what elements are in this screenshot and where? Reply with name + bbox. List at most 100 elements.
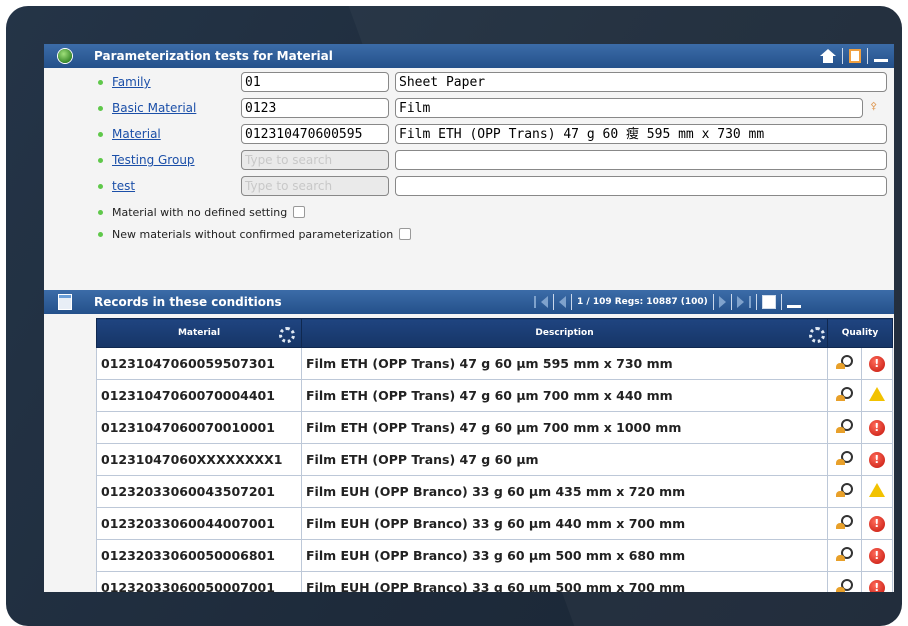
first-page-icon[interactable] xyxy=(541,296,548,308)
testing-group-description-field[interactable] xyxy=(395,150,887,170)
toolbar-separator xyxy=(867,48,868,64)
minimize-icon[interactable] xyxy=(786,304,801,308)
family-code-input[interactable]: 01 xyxy=(241,72,389,92)
previous-page-icon[interactable] xyxy=(559,296,566,308)
minimize-icon[interactable] xyxy=(874,58,888,62)
status-cell: ! xyxy=(860,571,894,592)
basic-material-code-input[interactable]: 0123 xyxy=(241,98,389,118)
app-screen: Parameterization tests for Material Fami… xyxy=(44,44,894,592)
new-materials-row: New materials without confirmed paramete… xyxy=(86,223,412,245)
error-icon: ! xyxy=(868,420,885,436)
testing-group-row: Testing Group Type to search xyxy=(86,149,894,171)
error-icon: ! xyxy=(868,548,885,564)
column-settings-icon[interactable] xyxy=(279,327,295,343)
last-page-bar xyxy=(748,296,751,308)
pager-separator xyxy=(712,294,714,310)
table-row[interactable]: 01232033060043507201 Film EUH (OPP Branco… xyxy=(96,475,894,508)
quality-inspector-icon[interactable] xyxy=(835,353,854,371)
quality-inspector-icon[interactable] xyxy=(835,449,854,467)
material-cell[interactable]: 01231047060059507301 xyxy=(96,347,302,380)
material-cell[interactable]: 01232033060043507201 xyxy=(96,475,302,508)
quality-column-label: Quality xyxy=(841,328,879,338)
material-link[interactable]: Material xyxy=(112,127,230,141)
material-cell[interactable]: 01231047060XXXXXXXX1 xyxy=(96,443,302,476)
family-row: Family 01 Sheet Paper xyxy=(86,71,894,93)
key-icon[interactable]: ⚴ xyxy=(870,101,880,112)
quality-cell[interactable] xyxy=(827,411,862,444)
export-icon[interactable] xyxy=(761,295,776,309)
material-cell[interactable]: 01232033060044007001 xyxy=(96,507,302,540)
description-cell[interactable]: Film ETH (OPP Trans) 47 g 60 μm 595 mm x… xyxy=(301,347,828,380)
test-link[interactable]: test xyxy=(112,179,230,193)
quality-cell[interactable] xyxy=(827,475,862,508)
new-materials-label: New materials without confirmed paramete… xyxy=(112,227,394,241)
material-column-label: Material xyxy=(177,328,221,338)
quality-cell[interactable] xyxy=(827,571,862,592)
description-cell[interactable]: Film EUH (OPP Branco) 33 g 60 μm 435 mm … xyxy=(301,475,828,508)
description-cell[interactable]: Film EUH (OPP Branco) 33 g 60 μm 500 mm … xyxy=(301,539,828,572)
test-description-field[interactable] xyxy=(395,176,887,196)
quality-cell[interactable] xyxy=(827,347,862,380)
next-page-icon[interactable] xyxy=(718,296,726,308)
material-description-field[interactable]: Film ETH (OPP Trans) 47 g 60 瘦 595 mm x … xyxy=(395,124,887,144)
description-cell[interactable]: Film ETH (OPP Trans) 47 g 60 μm 700 mm x… xyxy=(301,411,828,444)
material-cell[interactable]: 01232033060050007001 xyxy=(96,571,302,592)
table-row[interactable]: 01231047060070010001 Film ETH (OPP Trans)… xyxy=(96,411,894,444)
column-settings-icon[interactable] xyxy=(809,327,825,343)
material-cell[interactable]: 01232033060050006801 xyxy=(96,539,302,572)
quality-inspector-icon[interactable] xyxy=(835,481,854,499)
basic-material-link[interactable]: Basic Material xyxy=(112,101,230,115)
description-cell[interactable]: Film EUH (OPP Branco) 33 g 60 μm 500 mm … xyxy=(301,571,828,592)
testing-group-link[interactable]: Testing Group xyxy=(112,153,230,167)
table-row[interactable]: 01232033060044007001 Film EUH (OPP Branco… xyxy=(96,507,894,540)
new-materials-checkbox[interactable] xyxy=(399,228,412,240)
warning-icon xyxy=(868,483,885,497)
first-page-bar xyxy=(534,296,536,308)
material-cell[interactable]: 01231047060070010001 xyxy=(96,411,302,444)
table-row[interactable]: 01231047060070004401 Film ETH (OPP Trans)… xyxy=(96,379,894,412)
table-row[interactable]: 01232033060050007001 Film EUH (OPP Branco… xyxy=(96,571,894,592)
pager-separator xyxy=(553,294,554,310)
material-column-header[interactable]: Material xyxy=(96,318,302,348)
table-row[interactable]: 01231047060XXXXXXXX1 Film ETH (OPP Trans)… xyxy=(96,443,894,476)
description-cell[interactable]: Film ETH (OPP Trans) 47 g 60 μm 700 mm x… xyxy=(301,379,828,412)
description-column-header[interactable]: Description xyxy=(301,318,828,348)
quality-cell[interactable] xyxy=(827,539,862,572)
testing-group-search-input[interactable]: Type to search xyxy=(241,150,389,170)
pager-separator xyxy=(780,294,782,310)
quality-cell[interactable] xyxy=(827,507,862,540)
family-description-field[interactable]: Sheet Paper xyxy=(395,72,887,92)
quality-inspector-icon[interactable] xyxy=(835,577,854,592)
material-code-input[interactable]: 012310470600595 xyxy=(241,124,389,144)
bullet-icon xyxy=(98,209,103,215)
family-link[interactable]: Family xyxy=(112,75,230,89)
table-row[interactable]: 01231047060059507301 Film ETH (OPP Trans)… xyxy=(96,347,894,380)
document-icon[interactable] xyxy=(849,49,861,63)
quality-inspector-icon[interactable] xyxy=(835,385,854,403)
quality-inspector-icon[interactable] xyxy=(835,545,854,563)
quality-inspector-icon[interactable] xyxy=(835,513,854,531)
test-search-input[interactable]: Type to search xyxy=(241,176,389,196)
description-cell[interactable]: Film ETH (OPP Trans) 47 g 60 μm xyxy=(301,443,828,476)
warning-icon xyxy=(868,387,885,401)
pager-info: 1 / 109 Regs: 10887 (100) xyxy=(577,297,708,307)
quality-inspector-icon[interactable] xyxy=(835,417,854,435)
table-body: 01231047060059507301 Film ETH (OPP Trans)… xyxy=(96,347,894,592)
bullet-icon xyxy=(98,157,103,163)
quality-cell[interactable] xyxy=(827,443,862,476)
quality-column-header[interactable]: Quality xyxy=(827,318,893,348)
last-page-icon[interactable] xyxy=(736,296,744,308)
tablet-frame: Parameterization tests for Material Fami… xyxy=(6,6,902,626)
filter-form: Family 01 Sheet Paper Basic Material 012… xyxy=(86,68,894,264)
no-setting-checkbox[interactable] xyxy=(293,206,306,218)
quality-cell[interactable] xyxy=(827,379,862,412)
home-icon[interactable] xyxy=(820,49,836,63)
basic-material-row: Basic Material 0123 Film ⚴ xyxy=(86,97,894,119)
records-icon-cell xyxy=(44,290,86,314)
material-cell[interactable]: 01231047060070004401 xyxy=(96,379,302,412)
description-cell[interactable]: Film EUH (OPP Branco) 33 g 60 μm 440 mm … xyxy=(301,507,828,540)
no-setting-row: Material with no defined setting xyxy=(86,201,306,223)
table-row[interactable]: 01232033060050006801 Film EUH (OPP Branco… xyxy=(96,539,894,572)
status-cell xyxy=(860,379,894,412)
basic-material-description-field[interactable]: Film xyxy=(395,98,863,118)
